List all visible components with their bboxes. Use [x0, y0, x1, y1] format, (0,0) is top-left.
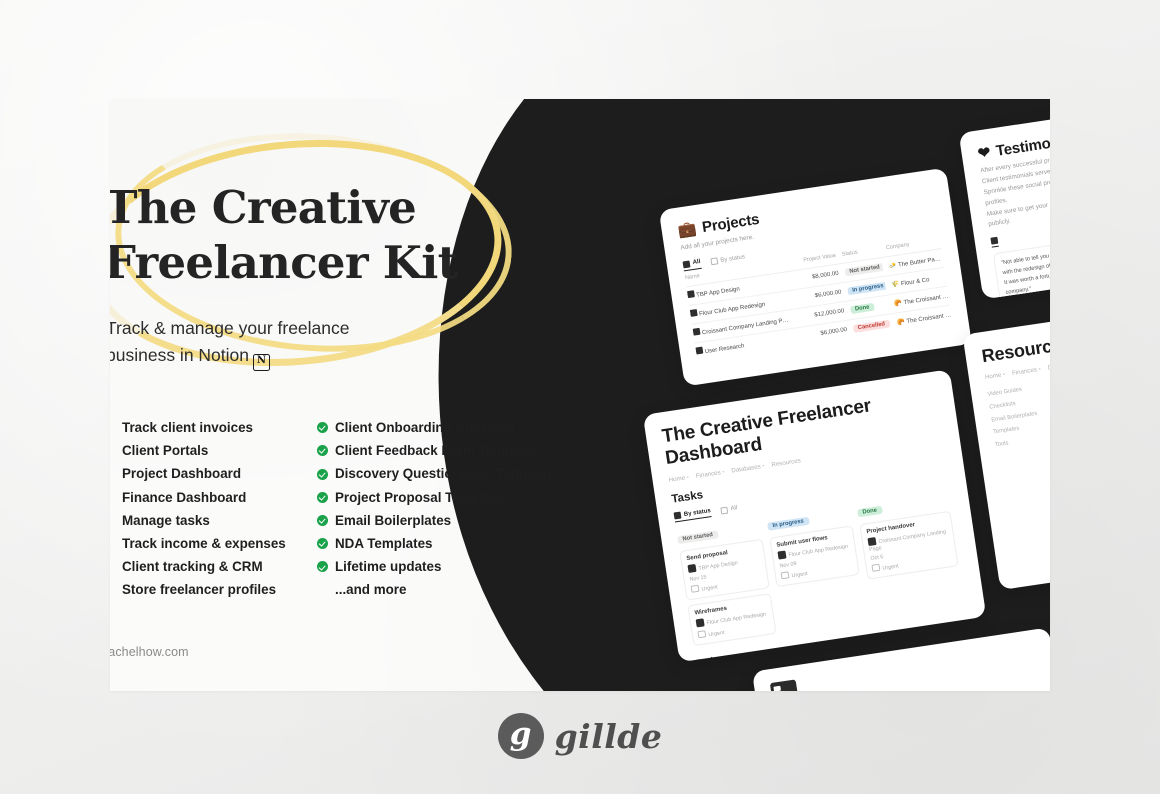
- feature-item: Client Portals: [122, 443, 209, 459]
- status-badge: Done: [857, 505, 883, 518]
- testimonials-card-header: ❤ Testimonials: [977, 111, 1050, 163]
- kanban-column: In progress Submit user flows Flour Club…: [766, 503, 860, 588]
- check-circle-icon: [317, 468, 328, 480]
- check-circle-icon: [317, 491, 328, 503]
- status-badge: Cancelled: [852, 319, 891, 334]
- feature-item: Track client invoices: [122, 420, 253, 435]
- feature-label: Discovery Questionnaire Template: [335, 466, 555, 482]
- feature-lists: Track client invoices Client Portals Pro…: [122, 416, 554, 602]
- projects-title: Projects: [700, 210, 761, 236]
- check-circle-icon: [317, 445, 328, 457]
- breadcrumb-resources[interactable]: Resources: [771, 457, 801, 468]
- poster-stage: The Creative Freelancer Kit Track & mana…: [0, 0, 1160, 794]
- breadcrumb-databases[interactable]: Databases: [1047, 360, 1050, 371]
- subtitle-line-2: business in Notion: [110, 344, 249, 365]
- briefcase-icon: 💼: [676, 220, 698, 240]
- feature-item-more: ...and more: [335, 582, 407, 598]
- testimonials-title: Testimonials: [994, 129, 1050, 160]
- gillde-logo: g gillde: [0, 706, 1160, 766]
- resources-side-nav[interactable]: Video Guides Checklists Email Boilerplat…: [987, 381, 1050, 564]
- kanban-card[interactable]: Send proposal TBP App Design Nov 15 Urge…: [679, 538, 770, 601]
- status-badge: Not started: [843, 262, 884, 277]
- breadcrumb-finances[interactable]: Finances: [695, 469, 725, 480]
- feature-label: Client Onboarding Checklist: [335, 420, 516, 435]
- breadcrumb-finances[interactable]: Finances: [1012, 366, 1042, 377]
- kanban-column: Not started Send proposal TBP App Design…: [676, 516, 777, 647]
- breadcrumb-databases[interactable]: Databases: [731, 463, 765, 474]
- breadcrumb-home[interactable]: Home: [984, 371, 1005, 381]
- tab-by-status[interactable]: By status: [673, 507, 712, 523]
- hero-subtitle: Track & manage your freelance business i…: [110, 315, 526, 371]
- kanban-card[interactable]: Project handover Croissant Company Landi…: [859, 510, 959, 580]
- feature-item: Client tracking & CRM: [122, 559, 263, 575]
- feature-label: Project Proposal Template: [335, 489, 503, 505]
- feature-item: Store freelancer profiles: [122, 582, 277, 598]
- feature-item: Finance Dashboard: [122, 489, 247, 505]
- gillde-logo-wordmark: gillde: [554, 716, 663, 756]
- feature-item: Manage tasks: [122, 512, 210, 528]
- feature-label: Email Boilerplates: [335, 512, 452, 528]
- feature-label: Lifetime updates: [335, 559, 442, 575]
- heart-icon: ❤: [976, 143, 992, 163]
- subtitle-line-2-wrap: business in Notion N: [110, 342, 526, 371]
- status-badge: In progress: [767, 516, 810, 532]
- kanban-card[interactable]: Wireframes Flour Club App Redesign Urgen…: [687, 593, 777, 647]
- kanban-card[interactable]: Submit user flows Flour Club App Redesig…: [769, 525, 860, 588]
- mockup-panel: The Creative Freelancer Kit Track & mana…: [110, 99, 1050, 691]
- feature-list-right: Client Onboarding Checklist Client Feedb…: [317, 416, 554, 602]
- feature-label: Client Feedback Form Template: [335, 443, 537, 459]
- subtitle-line-1: Track & manage your freelance: [110, 318, 350, 338]
- check-circle-icon: [317, 422, 328, 434]
- check-circle-icon: [317, 561, 328, 573]
- card-testimonials[interactable]: ❤ Testimonials After every successful pr…: [958, 99, 1050, 300]
- feature-item-checked: Client Feedback Form Template: [317, 439, 542, 462]
- status-badge: Not started: [677, 529, 719, 545]
- page-title: The Creative Freelancer Kit: [110, 181, 544, 291]
- status-badge: In progress: [846, 281, 887, 296]
- gillde-logo-mark: g: [497, 713, 544, 759]
- hero-copy-column: The Creative Freelancer Kit Track & mana…: [110, 99, 554, 691]
- notion-logo-icon: N: [253, 353, 270, 371]
- kanban-column: Done Project handover Croissant Company …: [856, 488, 959, 580]
- check-circle-icon: [317, 538, 328, 550]
- card-projects[interactable]: 💼 Projects Add all your projects here. A…: [658, 167, 972, 387]
- site-url: rachelhow.com: [110, 645, 189, 659]
- feature-item-checked: Discovery Questionnaire Template: [317, 462, 554, 485]
- feature-item: Project Dashboard: [122, 466, 242, 482]
- feature-item-checked: Email Boilerplates: [317, 509, 542, 532]
- status-badge: Done: [849, 302, 876, 315]
- breadcrumb-home[interactable]: Home: [668, 474, 689, 484]
- check-circle-icon: [317, 514, 328, 526]
- feature-item-checked: Client Onboarding Checklist: [317, 416, 542, 439]
- finances-title: Finances: [774, 672, 1042, 691]
- resources-title: Resources: [980, 333, 1050, 367]
- tab-all[interactable]: All: [720, 505, 738, 515]
- credit-card-icon: [769, 679, 799, 691]
- title-line-2: Freelancer Kit: [110, 235, 458, 289]
- feature-label: NDA Templates: [335, 536, 433, 552]
- feature-list-left: Track client invoices Client Portals Pro…: [122, 416, 295, 602]
- feature-item: Track income & expenses: [122, 536, 286, 552]
- feature-item-checked: NDA Templates: [317, 532, 542, 555]
- feature-item-checked: Project Proposal Template: [317, 486, 542, 509]
- title-line-1: The Creative: [110, 181, 417, 234]
- card-dashboard[interactable]: The Creative Freelancer Dashboard Home F…: [642, 369, 987, 663]
- testimonial-item[interactable]: "Not able to tell you how happy I am wit…: [992, 237, 1050, 300]
- feature-item-checked: Lifetime updates: [317, 555, 542, 578]
